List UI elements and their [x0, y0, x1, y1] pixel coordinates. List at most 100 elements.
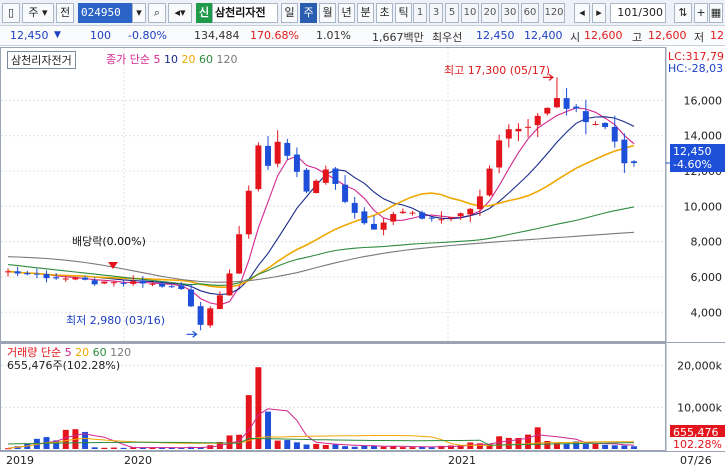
candle-body — [43, 273, 50, 279]
candle-body — [467, 208, 474, 215]
price-frame — [0, 47, 666, 342]
count-total: /300 — [638, 6, 663, 19]
volume-bar — [313, 443, 320, 449]
candle-body — [611, 126, 618, 142]
candle-body — [33, 273, 40, 275]
candle-body — [72, 277, 79, 280]
interval-button-10[interactable]: 10 — [461, 3, 479, 23]
trade-amount: 1,667백만 — [372, 31, 424, 44]
candle-body — [322, 169, 329, 183]
volume-ytick-label: 10,000k — [677, 401, 722, 414]
candle-body — [303, 169, 310, 192]
candle-body — [582, 111, 589, 123]
volume-bar — [582, 444, 589, 449]
high-note: 최고 17,300 (05/17) — [444, 64, 551, 77]
candle-body — [149, 283, 156, 285]
volume-bar — [592, 443, 599, 449]
interval-button-120[interactable]: 120 — [543, 3, 565, 23]
price-chart[interactable]: 16,00014,00012,00010,0008,0006,0004,000 — [0, 47, 725, 342]
ma-legend-20: 20 — [181, 53, 196, 66]
layout-icon[interactable]: ▯ — [2, 3, 20, 23]
count-value: 101 — [617, 6, 639, 19]
interval-button-30[interactable]: 30 — [501, 3, 519, 23]
period-tab-6[interactable]: 틱 — [395, 3, 412, 23]
interval-button-1[interactable]: 1 — [413, 3, 427, 23]
volume-bar — [602, 444, 609, 449]
volume-pct-badge: 102.28% — [670, 437, 725, 452]
period-tab-1[interactable]: 주 — [300, 3, 317, 23]
current-price: 12,450 — [10, 29, 49, 42]
candle-body — [342, 184, 349, 202]
best-ask-label: 최우선 — [432, 31, 463, 44]
candle-body — [534, 115, 541, 126]
volume-bar — [303, 444, 310, 449]
candle-body — [110, 282, 117, 284]
price-panel[interactable]: 16,00014,00012,00010,0008,0006,0004,000 … — [0, 47, 725, 342]
price-change-pct: -0.80% — [128, 29, 167, 42]
period-tab-2[interactable]: 월 — [319, 3, 336, 23]
grid-icon[interactable]: ▦ — [709, 3, 723, 23]
step-left-icon[interactable]: ◂ — [574, 3, 590, 23]
candle-body — [457, 213, 464, 217]
volume-bar — [361, 445, 368, 449]
period-tab-5[interactable]: 초 — [376, 3, 393, 23]
volume-bar — [534, 427, 541, 449]
volume-bar — [351, 446, 358, 449]
count-field[interactable]: 101/300 — [610, 3, 666, 23]
candle-body — [216, 295, 223, 310]
low-note: 최저 2,980 (03/16) — [66, 314, 166, 327]
candle-body — [419, 212, 426, 219]
period-tab-4[interactable]: 분 — [357, 3, 374, 23]
compare-icon[interactable]: ⇅ — [674, 3, 692, 23]
stock-code-input[interactable]: 024950 — [78, 3, 132, 23]
volume-value: 134,484 — [194, 29, 240, 42]
interval-button-3[interactable]: 3 — [429, 3, 443, 23]
volume-bar — [428, 447, 435, 449]
low-arrow-icon — [186, 330, 198, 338]
step-right-icon[interactable]: ▸ — [592, 3, 606, 23]
open-price: 12,600 — [584, 29, 623, 42]
volume-bar — [274, 440, 281, 449]
candle-body — [380, 222, 387, 230]
candle-body — [496, 140, 503, 168]
candle-body — [139, 280, 146, 284]
price-ytick-label: 10,000 — [684, 200, 723, 213]
code-dropdown-icon[interactable]: ▾ — [132, 3, 146, 23]
candle-body — [197, 306, 204, 325]
market-select[interactable]: 주 ▾ — [22, 3, 54, 23]
crosshair-icon[interactable]: + — [694, 3, 708, 23]
price-ytick-label: 6,000 — [691, 271, 723, 284]
time-axis: 2019 2020 2021 07/26 — [0, 451, 725, 468]
candle-body — [255, 145, 262, 190]
candle-body — [120, 282, 127, 284]
high-label: 고 — [632, 31, 643, 44]
period-tab-0[interactable]: 일 — [281, 3, 298, 23]
interval-button-20[interactable]: 20 — [481, 3, 499, 23]
candle-body — [187, 289, 194, 307]
volume-bar — [563, 443, 570, 449]
prefix-button[interactable]: 전 — [56, 3, 74, 23]
candle-body — [390, 214, 397, 222]
candle-body — [515, 128, 522, 132]
candle-body — [525, 126, 532, 128]
volume-bar — [631, 446, 637, 449]
high-price: 12,600 — [648, 29, 687, 42]
price-ytick-label: 16,000 — [684, 94, 723, 107]
sound-icon[interactable]: ◂▾ — [168, 3, 192, 23]
volume-panel[interactable]: 20,000k 10,000k 거래량 단순 5 20 60 120 655,47… — [0, 342, 725, 452]
volume-bar — [322, 444, 329, 449]
period-tab-3[interactable]: 년 — [338, 3, 355, 23]
hc-readout: HC:-28,03 — [668, 62, 724, 75]
search-icon[interactable]: ⌕ — [148, 3, 166, 23]
best-ask-price: 12,450 — [476, 29, 515, 42]
group-badge[interactable]: 신 — [196, 3, 212, 23]
interval-button-60[interactable]: 60 — [521, 3, 539, 23]
ma-legend-120: 120 — [216, 53, 238, 66]
interval-button-5[interactable]: 5 — [445, 3, 459, 23]
volume-bar — [332, 444, 339, 449]
candle-body — [563, 98, 570, 109]
candle-body — [236, 234, 243, 274]
candle-body — [101, 281, 108, 284]
current-pct-badge: -4.60% — [670, 157, 725, 172]
candle-body — [130, 281, 137, 284]
